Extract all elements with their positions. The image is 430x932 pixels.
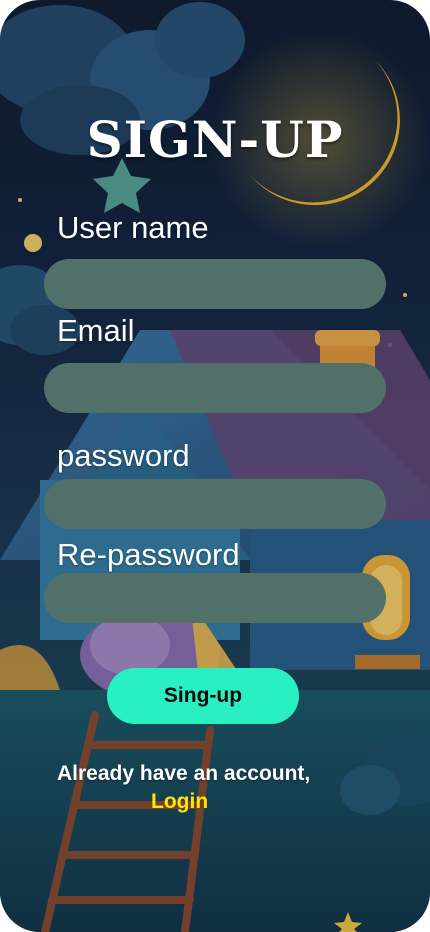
password-input[interactable] [44,479,386,529]
email-label: Email [57,313,135,348]
email-input[interactable] [44,363,386,413]
repassword-input[interactable] [44,573,386,623]
signup-button[interactable]: Sing-up [107,668,299,724]
repassword-label: Re-password [57,537,240,572]
username-input[interactable] [44,259,386,309]
signup-screen: SIGN-UP User name Email password Re-pass… [0,0,430,932]
username-label: User name [57,210,209,245]
page-title: SIGN-UP [86,110,344,169]
login-link[interactable]: Login [151,790,208,814]
account-prompt: Already have an account, [57,762,311,785]
password-label: password [57,438,190,473]
